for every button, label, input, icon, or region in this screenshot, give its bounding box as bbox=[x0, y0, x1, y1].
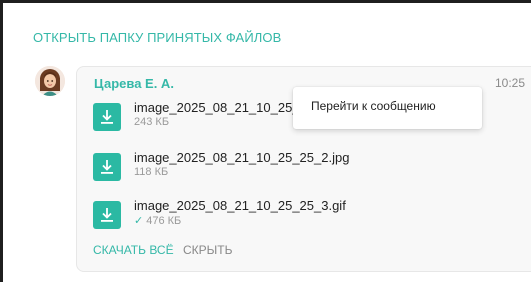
download-button[interactable] bbox=[93, 153, 121, 181]
sender-name[interactable]: Царева Е. А. bbox=[94, 76, 174, 91]
file-item: image_2025_08_21_10_25_25_2.jpg 118 КБ bbox=[93, 150, 423, 181]
download-button[interactable] bbox=[93, 103, 121, 131]
context-menu: Перейти к сообщению bbox=[293, 87, 482, 129]
file-size: 118 КБ bbox=[134, 166, 169, 178]
file-size: 243 КБ bbox=[134, 116, 170, 128]
file-item: image_2025_08_21_10_25_25_3.gif ✓ 476 КБ bbox=[93, 198, 423, 229]
download-icon bbox=[101, 160, 113, 174]
open-received-folder-link[interactable]: ОТКРЫТЬ ПАПКУ ПРИНЯТЫХ ФАЙЛОВ bbox=[33, 30, 281, 45]
file-actions: СКАЧАТЬ ВСЁ СКРЫТЬ bbox=[93, 243, 232, 257]
go-to-message-menu-item[interactable]: Перейти к сообщению bbox=[311, 99, 436, 113]
checkmark-icon: ✓ bbox=[134, 215, 144, 227]
download-icon bbox=[101, 208, 113, 222]
download-all-button[interactable]: СКАЧАТЬ ВСЁ bbox=[93, 243, 174, 257]
hide-button[interactable]: СКРЫТЬ bbox=[183, 243, 233, 257]
download-button[interactable] bbox=[93, 201, 121, 229]
file-name[interactable]: image_2025_08_21_10_25_25_2.jpg bbox=[134, 150, 349, 165]
download-icon bbox=[101, 110, 113, 124]
file-name[interactable]: image_2025_08_21_10_25_ bbox=[134, 100, 300, 115]
file-size-delivered: ✓ 476 КБ bbox=[134, 214, 181, 227]
file-name[interactable]: image_2025_08_21_10_25_25_3.gif bbox=[134, 198, 346, 213]
avatar[interactable] bbox=[35, 66, 65, 96]
avatar-image bbox=[35, 66, 65, 96]
file-size: 476 КБ bbox=[146, 215, 182, 227]
message-time: 10:25 bbox=[495, 76, 526, 90]
